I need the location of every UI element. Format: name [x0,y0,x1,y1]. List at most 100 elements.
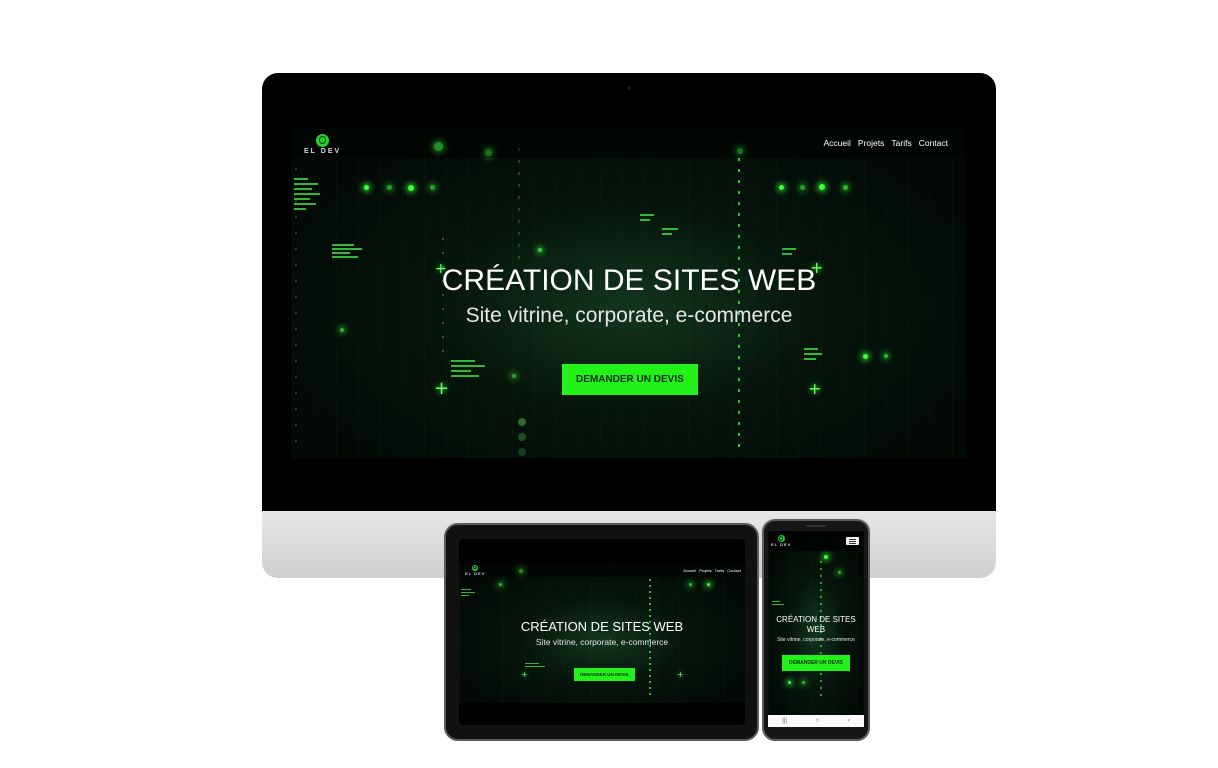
code-snippet [294,198,310,200]
glow-particle [707,583,710,586]
hero-section: CRÉATION DE SITES WEB Site vitrine, corp… [768,615,864,643]
camera-dot [627,86,631,90]
nav-link-contact[interactable]: Contact [919,138,948,148]
cta-wrapper: DEMANDER UN DEVIS [574,663,635,681]
code-snippet [294,178,308,180]
site-logo[interactable]: EL DEV [465,564,486,576]
code-snippet [772,601,780,602]
glow-particle [884,354,888,358]
glow-particle [512,374,516,378]
code-snippet [332,256,358,258]
glow-particle [689,583,692,586]
glow-particle [788,681,791,684]
nav-link-accueil[interactable]: Accueil [683,568,696,573]
nav-link-tarifs[interactable]: Tarifs [715,568,725,573]
code-snippet [451,360,475,362]
hamburger-menu-icon[interactable] [846,537,859,545]
code-snippet [451,365,485,367]
code-snippet [451,375,479,377]
glow-particle [802,681,805,684]
back-icon[interactable]: ‹ [848,718,850,724]
glow-particle [779,185,784,190]
site-navbar: EL DEV [768,531,864,551]
code-snippet [461,592,475,593]
site-navbar: EL DEV Accueil Projets Tarifs Contact [459,563,745,577]
glow-particle [843,185,848,190]
site-logo[interactable]: EL DEV [304,132,341,155]
globe-cursor-icon [777,535,785,542]
code-snippet [525,663,539,664]
phone-website-screen: EL DEV CRÉATION DE SITES WEB Site vitrin… [768,531,864,715]
nav-link-projets[interactable]: Projets [858,138,884,148]
hero-section: CRÉATION DE SITES WEB Site vitrine, corp… [292,264,966,328]
glow-particle [819,184,825,190]
globe-cursor-icon [316,133,330,147]
bokeh-particle [518,418,526,426]
desktop-website-screen: + + + + EL DEV Accueil Projets Tarifs Co… [292,128,966,458]
glow-particle [499,583,502,586]
plus-sparkle-icon: + [677,670,684,679]
nav-link-accueil[interactable]: Accueil [824,138,851,148]
glow-particle [838,571,841,574]
code-snippet [804,348,818,350]
recent-apps-icon[interactable]: ||| [782,718,787,724]
home-icon[interactable]: ○ [816,718,820,724]
code-snippet [772,604,784,605]
hero-section: CRÉATION DE SITES WEB Site vitrine, corp… [459,619,745,647]
nav-link-tarifs[interactable]: Tarifs [891,138,911,148]
code-snippet [662,233,672,235]
site-logo[interactable]: EL DEV [771,535,791,547]
glow-particle [408,185,414,191]
nav-links: Accueil Projets Tarifs Contact [680,568,741,573]
code-snippet [662,228,678,230]
hero-title: CRÉATION DE SITES WEB [441,264,817,297]
bokeh-particle [518,448,526,456]
logo-text: EL DEV [771,542,792,547]
hero-subtitle: Site vitrine, corporate, e-commerce [535,637,669,647]
nav-links: Accueil Projets Tarifs Contact [817,138,948,148]
code-snippet [332,244,354,246]
code-snippet [461,595,469,596]
request-quote-button[interactable]: DEMANDER UN DEVIS [782,655,850,671]
glow-particle [538,248,542,252]
phone-system-nav: ||| ○ ‹ [768,715,864,727]
code-snippet [461,589,471,590]
code-snippet [804,353,822,355]
hero-title: CRÉATION DE SITES WEB [776,615,856,634]
globe-cursor-icon [472,564,479,571]
hero-subtitle: Site vitrine, corporate, e-commerce [465,304,793,327]
glow-particle [430,185,435,190]
glow-particle [340,328,344,332]
hero-title: CRÉATION DE SITES WEB [520,619,684,634]
code-snippet [640,214,654,216]
code-snippet [451,370,471,372]
code-snippet [782,248,796,250]
tablet-website-screen: + + EL DEV Accueil Projets Tarifs Contac… [459,563,745,703]
code-snippet [294,183,318,185]
nav-link-contact[interactable]: Contact [727,568,741,573]
code-snippet [804,358,816,360]
monitor-bezel: + + + + EL DEV Accueil Projets Tarifs Co… [262,73,996,511]
code-snippet [294,208,306,210]
logo-text: EL DEV [465,570,486,576]
code-snippet [294,203,316,205]
code-snippet [332,252,350,254]
code-snippet [640,219,650,221]
plus-sparkle-icon: + [521,670,528,679]
code-snippet [294,193,320,195]
hero-subtitle: Site vitrine, corporate, e-commerce [777,637,855,643]
desktop-monitor-mockup: + + + + EL DEV Accueil Projets Tarifs Co… [262,73,996,578]
glow-particle [863,354,868,359]
phone-speaker [806,525,826,527]
bokeh-particle [518,433,526,441]
request-quote-button[interactable]: DEMANDER UN DEVIS [574,668,635,681]
cta-wrapper: DEMANDER UN DEVIS [562,364,698,395]
request-quote-button[interactable]: DEMANDER UN DEVIS [562,364,698,395]
glow-particle [364,185,369,190]
glow-particle [800,185,805,190]
logo-text: EL DEV [304,147,342,155]
tablet-mockup: + + EL DEV Accueil Projets Tarifs Contac… [444,523,759,741]
plus-sparkle-icon: + [434,378,450,399]
nav-link-projets[interactable]: Projets [699,568,711,573]
phone-mockup: EL DEV CRÉATION DE SITES WEB Site vitrin… [762,519,870,741]
